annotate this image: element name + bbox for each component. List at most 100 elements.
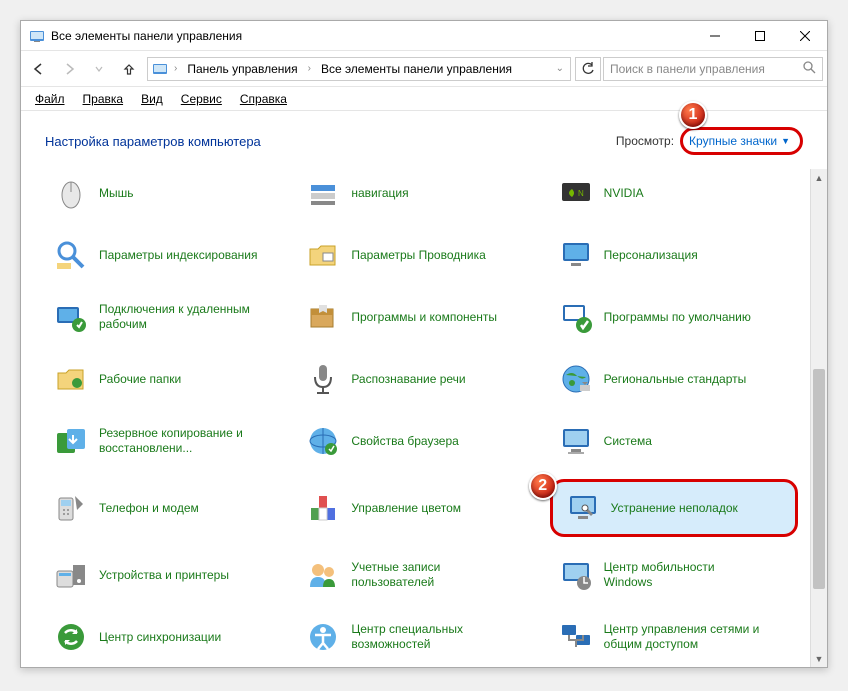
backup-icon [53,423,89,459]
cp-item-label: Управление цветом [351,501,461,516]
cp-item-sync[interactable]: Центр синхронизации [45,613,293,661]
cp-item-label: Резервное копирование и восстановлени... [99,426,259,456]
cp-item-region[interactable]: Региональные стандарты [550,355,798,403]
navbar: › Панель управления › Все элементы панел… [21,51,827,87]
view-dropdown[interactable]: Крупные значки ▼ [680,127,803,155]
remote-icon [53,299,89,335]
folder-opts-icon [305,237,341,273]
menu-file[interactable]: Файл [27,90,73,108]
scroll-thumb[interactable] [813,369,825,589]
programs-icon [305,299,341,335]
nvidia-icon: N [558,175,594,211]
menu-view[interactable]: Вид [133,90,171,108]
devices-icon [53,557,89,593]
back-button[interactable] [25,55,53,83]
cp-item-network[interactable]: Центр управления сетями и общим доступом [550,613,798,661]
cp-item-troubleshoot[interactable]: Устранение неполадок2 [550,479,798,537]
personalize-icon [558,237,594,273]
cp-item-label: Параметры Проводника [351,248,485,263]
scroll-area: Мышь навигация N NVIDIA Параметры индексиров… [21,169,810,667]
cp-item-label: Персонализация [604,248,698,263]
cp-item-work-folders[interactable]: Рабочие папки [45,355,293,403]
cp-item-index[interactable]: Параметры индексирования [45,231,293,279]
phone-icon [53,490,89,526]
callout-1: 1 [679,101,707,129]
cp-item-ease[interactable]: Центр специальных возможностей [297,613,545,661]
forward-button[interactable] [55,55,83,83]
defaults-icon [558,299,594,335]
system-icon [558,423,594,459]
cp-item-nav[interactable]: навигация [297,169,545,217]
cp-item-label: Параметры индексирования [99,248,257,263]
minimize-button[interactable] [692,21,737,50]
cp-item-label: Центр синхронизации [99,630,221,645]
cp-item-label: Программы по умолчанию [604,310,751,325]
close-button[interactable] [782,21,827,50]
cp-item-color[interactable]: Управление цветом [297,479,545,537]
menu-tools[interactable]: Сервис [173,90,230,108]
address-bar[interactable]: › Панель управления › Все элементы панел… [147,57,571,81]
mobility-icon [558,557,594,593]
chevron-down-icon[interactable]: ⌄ [554,63,566,74]
cp-item-remote[interactable]: Подключения к удаленным рабочим [45,293,293,341]
menu-help[interactable]: Справка [232,90,295,108]
cp-item-folder-opts[interactable]: Параметры Проводника [297,231,545,279]
breadcrumb-all-items[interactable]: Все элементы панели управления [317,60,516,78]
refresh-button[interactable] [575,57,601,81]
chevron-right-icon: › [306,63,313,74]
scrollbar[interactable]: ▲ ▼ [810,169,827,667]
cp-item-label: NVIDIA [604,186,644,201]
color-icon [305,490,341,526]
cp-item-programs[interactable]: Программы и компоненты [297,293,545,341]
menu-edit[interactable]: Правка [75,90,132,108]
cp-item-label: Рабочие папки [99,372,181,387]
index-icon [53,237,89,273]
content-header: Настройка параметров компьютера 1 Просмо… [21,111,827,169]
chevron-down-icon: ▼ [781,136,790,146]
ease-icon [305,619,341,655]
page-title: Настройка параметров компьютера [45,134,261,149]
cp-item-mouse[interactable]: Мышь [45,169,293,217]
region-icon [558,361,594,397]
cp-item-label: Телефон и модем [99,501,199,516]
sync-icon [53,619,89,655]
cp-item-label: Центр специальных возможностей [351,622,511,652]
cp-item-system[interactable]: Система [550,417,798,465]
cp-item-label: Свойства браузера [351,434,459,449]
cp-item-users[interactable]: Учетные записи пользователей [297,551,545,599]
cp-item-label: Распознавание речи [351,372,465,387]
cp-item-devices[interactable]: Устройства и принтеры [45,551,293,599]
cp-item-browser[interactable]: Свойства браузера [297,417,545,465]
window-title: Все элементы панели управления [51,29,692,43]
cp-item-label: Центр мобильности Windows [604,560,764,590]
cp-item-speech[interactable]: Распознавание речи [297,355,545,403]
scroll-down-button[interactable]: ▼ [811,650,827,667]
cp-item-label: Подключения к удаленным рабочим [99,302,259,332]
cp-item-label: Региональные стандарты [604,372,747,387]
view-label: Просмотр: [616,134,674,148]
search-input[interactable]: Поиск в панели управления [603,57,823,81]
mouse-icon [53,175,89,211]
cp-item-phone[interactable]: Телефон и модем [45,479,293,537]
cp-item-nvidia[interactable]: N NVIDIA [550,169,798,217]
svg-text:N: N [578,189,584,198]
items-grid: Мышь навигация N NVIDIA Параметры индексиров… [45,169,798,667]
cp-item-label: Мышь [99,186,134,201]
cp-item-label: Устройства и принтеры [99,568,229,583]
cp-item-defaults[interactable]: Программы по умолчанию [550,293,798,341]
scroll-up-button[interactable]: ▲ [811,169,827,186]
window: Все элементы панели управления › Панель … [20,20,828,668]
cp-item-personalize[interactable]: Персонализация [550,231,798,279]
cp-item-label: Программы и компоненты [351,310,497,325]
view-switch: 1 Просмотр: Крупные значки ▼ [616,127,803,155]
cp-item-mobility[interactable]: Центр мобильности Windows [550,551,798,599]
maximize-button[interactable] [737,21,782,50]
search-icon [803,61,816,77]
control-panel-icon [29,28,45,44]
cp-item-label: Система [604,434,652,449]
recent-dropdown[interactable] [85,55,113,83]
cp-item-backup[interactable]: Резервное копирование и восстановлени... [45,417,293,465]
breadcrumb-control-panel[interactable]: Панель управления [183,60,301,78]
up-button[interactable] [115,55,143,83]
browser-icon [305,423,341,459]
